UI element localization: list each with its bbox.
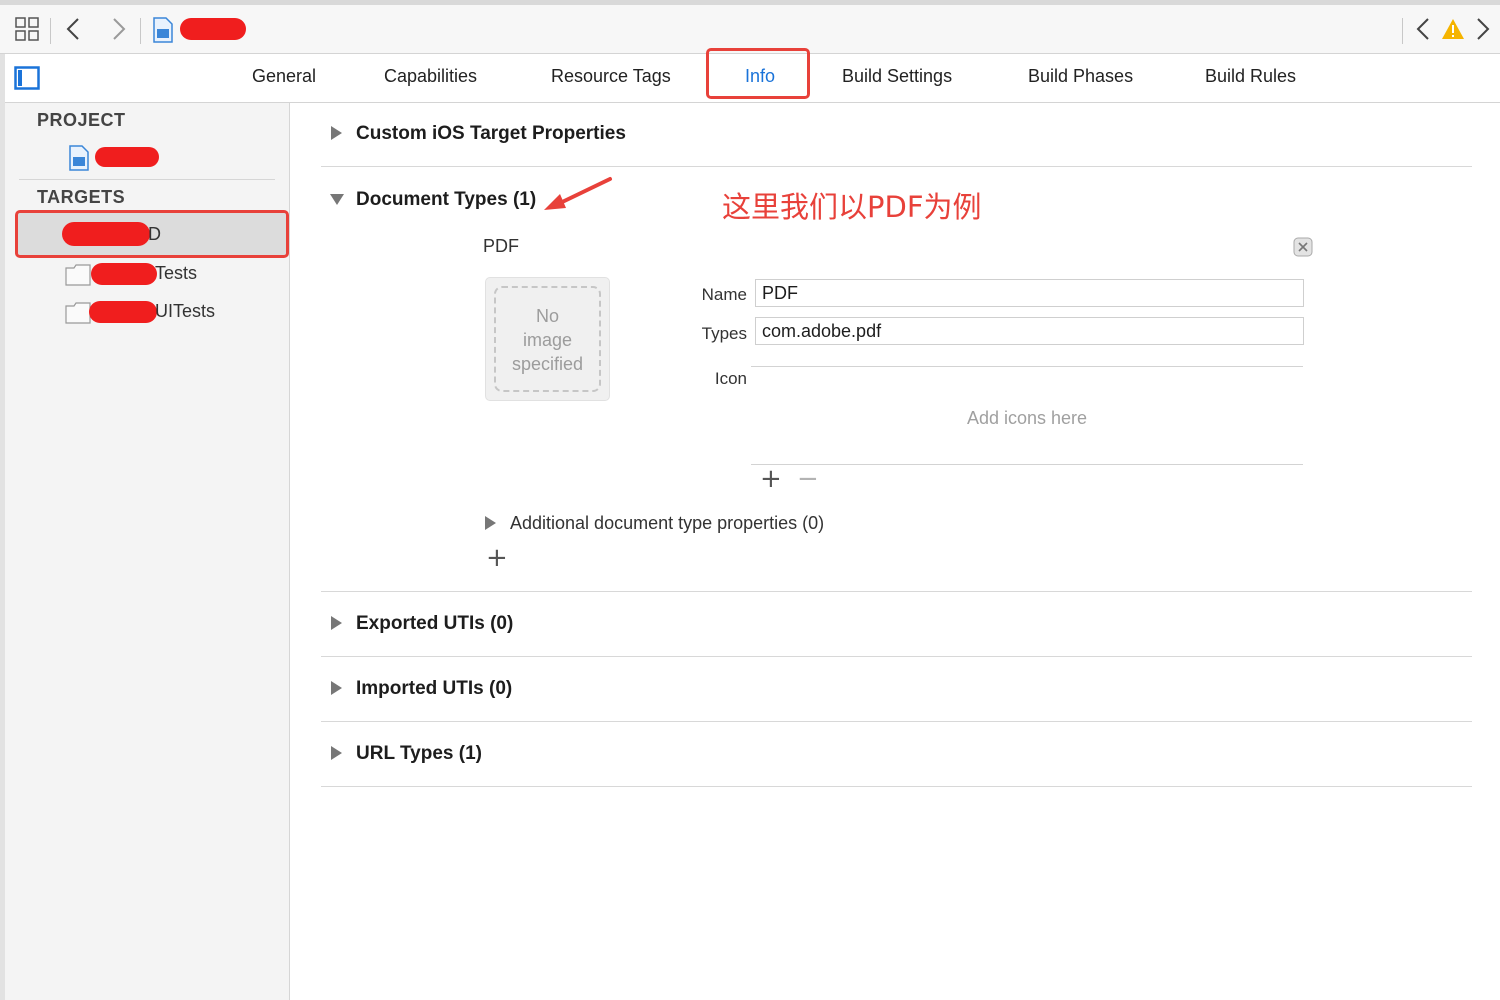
disclosure-right-icon — [331, 681, 342, 695]
redaction-mark — [89, 301, 157, 323]
annotation-text: 这里我们以PDF为例 — [722, 190, 982, 224]
placeholder-line: image — [522, 330, 573, 350]
section-custom-properties[interactable]: Custom iOS Target Properties — [330, 120, 730, 150]
tab-build-rules[interactable]: Build Rules — [1205, 66, 1296, 87]
chevron-left-icon[interactable] — [66, 17, 80, 46]
divider — [321, 786, 1472, 787]
section-title: Imported UTIs (0) — [356, 678, 513, 699]
grid-icon[interactable] — [15, 17, 39, 46]
chevron-right-icon[interactable] — [112, 17, 126, 46]
icons-list[interactable]: Add icons here — [751, 366, 1303, 465]
tab-general[interactable]: General — [252, 66, 316, 87]
redaction-mark — [180, 18, 246, 40]
additional-properties-label: Additional document type properties (0) — [510, 513, 825, 533]
target-label: D — [148, 224, 161, 244]
toolbar — [0, 0, 1500, 54]
placeholder-line: No — [535, 306, 559, 326]
section-title: Exported UTIs (0) — [356, 613, 514, 634]
types-field[interactable]: com.adobe.pdf — [755, 317, 1304, 345]
annotation-arrow — [544, 177, 612, 210]
placeholder-line: specified — [511, 354, 584, 374]
project-header: PROJECT — [37, 110, 126, 130]
doc-type-title: PDF — [483, 236, 519, 256]
project-file-icon[interactable] — [153, 17, 173, 48]
target-item-tests[interactable]: Tests — [65, 259, 285, 291]
target-label: UITests — [155, 301, 216, 321]
icon-label: Icon — [714, 369, 747, 388]
add-document-type-button[interactable]: + — [486, 543, 508, 573]
section-imported-utis[interactable]: Imported UTIs (0) — [330, 675, 630, 705]
section-document-types[interactable]: Document Types (1) — [330, 185, 550, 215]
disclosure-down-icon — [330, 194, 344, 205]
project-file-icon — [69, 145, 89, 176]
redaction-mark — [91, 263, 157, 285]
section-title: URL Types (1) — [356, 743, 482, 764]
disclosure-right-icon — [331, 126, 342, 140]
disclosure-right-icon — [331, 616, 342, 630]
icons-placeholder: Add icons here — [966, 408, 1088, 428]
section-url-types[interactable]: URL Types (1) — [330, 740, 630, 770]
targets-header: TARGETS — [37, 187, 126, 207]
tab-build-phases[interactable]: Build Phases — [1028, 66, 1133, 87]
redaction-mark — [62, 222, 150, 246]
sidebar: PROJECT TARGETS D Tests UITests — [5, 103, 290, 1000]
divider — [321, 591, 1472, 592]
additional-properties-row[interactable]: Additional document type properties (0) — [484, 510, 884, 538]
divider — [321, 166, 1472, 167]
tab-build-settings[interactable]: Build Settings — [842, 66, 952, 87]
tab-capabilities[interactable]: Capabilities — [384, 66, 477, 87]
remove-doc-type-icon[interactable] — [1293, 237, 1313, 262]
disclosure-right-icon — [485, 516, 496, 530]
folder-icon — [65, 302, 91, 329]
sidebar-toggle-icon[interactable] — [14, 66, 40, 95]
target-label: Tests — [155, 263, 198, 283]
chevron-right-icon[interactable] — [1476, 17, 1490, 46]
folder-icon — [65, 264, 91, 291]
types-label: Types — [701, 324, 747, 343]
tab-resource-tags[interactable]: Resource Tags — [551, 66, 671, 87]
section-title: Custom iOS Target Properties — [356, 123, 626, 144]
doc-image-well[interactable]: No image specified — [485, 277, 610, 401]
target-item-main[interactable]: D — [15, 210, 289, 258]
disclosure-right-icon — [331, 746, 342, 760]
divider — [321, 721, 1472, 722]
name-field[interactable]: PDF — [755, 279, 1304, 307]
section-exported-utis[interactable]: Exported UTIs (0) — [330, 610, 630, 640]
target-item-uitests[interactable]: UITests — [65, 297, 285, 329]
remove-icon-button[interactable]: − — [797, 464, 819, 494]
redaction-mark — [95, 147, 159, 167]
project-item[interactable] — [65, 143, 265, 173]
warning-icon[interactable] — [1441, 18, 1465, 45]
divider — [19, 179, 275, 180]
chevron-left-icon[interactable] — [1416, 17, 1430, 46]
name-label: Name — [701, 285, 747, 304]
section-title: Document Types (1) — [356, 189, 537, 210]
image-placeholder: No image specified — [494, 286, 601, 392]
add-icon-button[interactable]: + — [760, 464, 782, 494]
divider — [321, 656, 1472, 657]
annotation-highlight-box — [706, 48, 810, 99]
